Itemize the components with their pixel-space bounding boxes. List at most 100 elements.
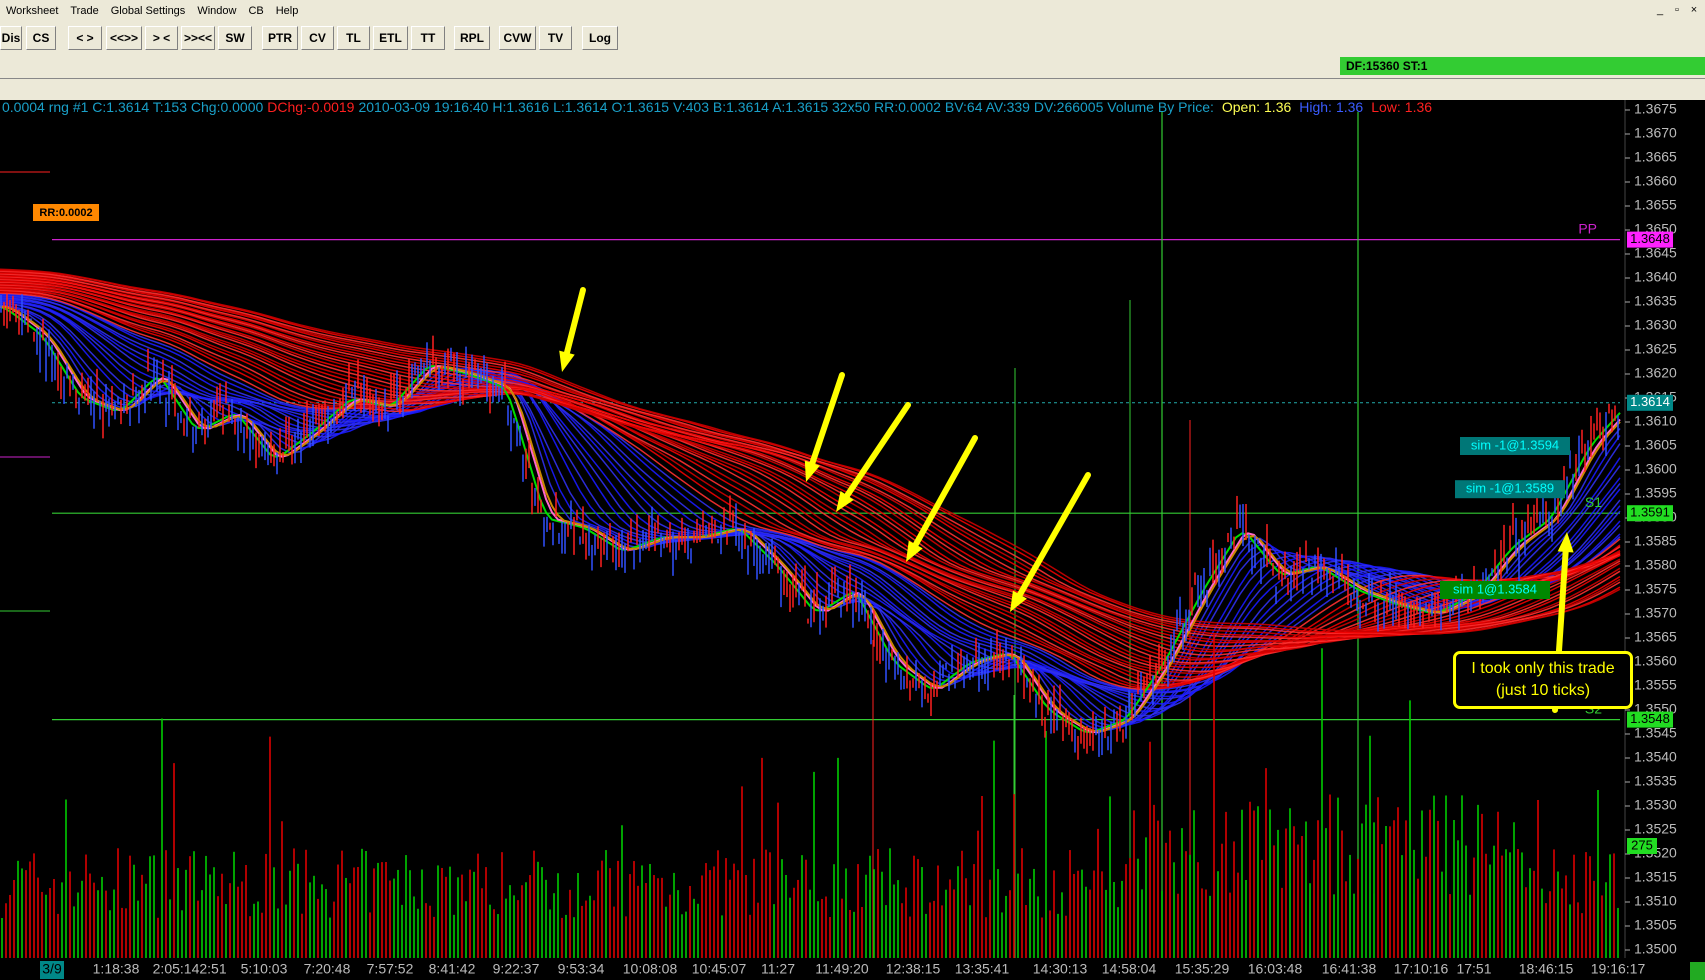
y-tick-label: 1.3640: [1634, 269, 1677, 285]
tv-button[interactable]: TV: [539, 26, 572, 50]
x-tick-label: 18:46:15: [1519, 961, 1574, 977]
tt-button[interactable]: TT: [411, 26, 445, 50]
annotation-line-2: (just 10 ticks): [1495, 682, 1591, 699]
level-price-s2: 1.3548: [1630, 711, 1670, 726]
y-tick-label: 1.3620: [1634, 365, 1677, 381]
ptr-button[interactable]: PTR: [262, 26, 298, 50]
trade-label-2: sim -1@1.3589: [1466, 481, 1554, 496]
trade-label-3: sim 1@1.3584: [1453, 581, 1537, 596]
status-row: DF:15360 ST:1: [0, 55, 1705, 79]
x-tick-label: 16:03:48: [1248, 961, 1303, 977]
y-tick-label: 1.3635: [1634, 293, 1677, 309]
volume-last-text: 275: [1631, 837, 1653, 852]
rr-tag-text: RR:0.0002: [39, 207, 92, 219]
y-tick-label: 1.3665: [1634, 149, 1677, 165]
y-tick-label: 1.3515: [1634, 869, 1677, 885]
y-tick-label: 1.3510: [1634, 893, 1677, 909]
menu-trade[interactable]: Trade: [64, 0, 104, 22]
y-tick-label: 1.3565: [1634, 629, 1677, 645]
low-value: 1.36: [1405, 100, 1432, 115]
y-tick-label: 1.3675: [1634, 101, 1677, 117]
x-tick-label: 9:22:37: [493, 961, 540, 977]
x-tick-label: 2:05:14: [153, 961, 200, 977]
y-tick-label: 1.3525: [1634, 821, 1677, 837]
x-tick-label: 9:53:34: [558, 961, 605, 977]
price-chart[interactable]: 0.0004 rng #1 C:1.3614 T:153 Chg:0.0000 D…: [0, 100, 1705, 980]
x-tick-label: 3/9: [42, 961, 62, 977]
y-tick-label: 1.3575: [1634, 581, 1677, 597]
open-label: Open:: [1222, 100, 1260, 115]
restore-icon[interactable]: ▫: [1669, 3, 1685, 18]
y-tick-label: 1.3670: [1634, 125, 1677, 141]
x-tick-label: 15:35:29: [1175, 961, 1230, 977]
x-tick-label: 17:51: [1456, 961, 1491, 977]
x-tick-label: 5:10:03: [241, 961, 288, 977]
menu-bar: Worksheet Trade Global Settings Window CB Hel…: [0, 0, 1705, 23]
cv-button[interactable]: CV: [301, 26, 334, 50]
y-tick-label: 1.3540: [1634, 749, 1677, 765]
rpl-button[interactable]: RPL: [454, 26, 490, 50]
info-rest: 2010-03-09 19:16:40 H:1.3616 L:1.3614 O:…: [358, 100, 1213, 115]
df-status: DF:15360 ST:1: [1340, 57, 1705, 75]
x-tick-label: 10:08:08: [623, 961, 678, 977]
menu-help[interactable]: Help: [270, 0, 305, 22]
menu-worksheet[interactable]: Worksheet: [0, 0, 64, 22]
menu-cb[interactable]: CB: [242, 0, 269, 22]
x-tick-label: 17:10:16: [1394, 961, 1449, 977]
compress-button[interactable]: > <: [145, 26, 178, 50]
y-tick-label: 1.3580: [1634, 557, 1677, 573]
close-icon[interactable]: ×: [1686, 3, 1702, 18]
y-tick-label: 1.3625: [1634, 341, 1677, 357]
y-tick-label: 1.3600: [1634, 461, 1677, 477]
log-button[interactable]: Log: [582, 26, 618, 50]
trade-annotation: I took only this trade (just 10 ticks): [1453, 651, 1633, 709]
y-tick-label: 1.3595: [1634, 485, 1677, 501]
x-tick-label: 12:38:15: [886, 961, 941, 977]
level-name-s1: S1: [1585, 494, 1602, 510]
menu-global-settings[interactable]: Global Settings: [105, 0, 192, 22]
sw-button[interactable]: SW: [218, 26, 252, 50]
high-label: High:: [1299, 100, 1332, 115]
etl-button[interactable]: ETL: [373, 26, 408, 50]
level-price-pp: 1.3648: [1630, 231, 1670, 246]
dis-button[interactable]: Dis: [0, 26, 22, 50]
y-tick-label: 1.3560: [1634, 653, 1677, 669]
y-tick-label: 1.3505: [1634, 917, 1677, 933]
menu-window[interactable]: Window: [191, 0, 242, 22]
y-tick-label: 1.3610: [1634, 413, 1677, 429]
trade-label-1: sim -1@1.3594: [1471, 437, 1559, 452]
x-tick-label: 16:41:38: [1322, 961, 1377, 977]
tl-button[interactable]: TL: [337, 26, 370, 50]
minimize-icon[interactable]: _: [1652, 3, 1668, 18]
x-tick-label: 13:35:41: [955, 961, 1010, 977]
y-tick-label: 1.3605: [1634, 437, 1677, 453]
x-tick-label: 8:41:42: [429, 961, 476, 977]
y-tick-label: 1.3660: [1634, 173, 1677, 189]
info-main: 0.0004 rng #1 C:1.3614 T:153 Chg:0.0000: [2, 100, 263, 115]
x-tick-label: 14:58:04: [1102, 961, 1157, 977]
low-label: Low:: [1371, 100, 1401, 115]
y-tick-label: 1.3535: [1634, 773, 1677, 789]
y-tick-label: 1.3530: [1634, 797, 1677, 813]
expand-more-button[interactable]: <<>>: [106, 26, 142, 50]
level-name-pp: PP: [1578, 220, 1597, 236]
y-tick-label: 1.3655: [1634, 197, 1677, 213]
compress-more-button[interactable]: >><<: [181, 26, 215, 50]
toolbar: Dis CS < > <<>> > < >><< SW PTR CV TL ET…: [0, 22, 1705, 56]
panel-divider: [0, 79, 1705, 100]
x-tick-label: 19:16:17: [1591, 961, 1646, 977]
y-tick-label: 1.3585: [1634, 533, 1677, 549]
expand-button[interactable]: < >: [68, 26, 102, 50]
info-dchg: DChg:-0.0019: [267, 100, 354, 115]
cs-button[interactable]: CS: [26, 26, 56, 50]
high-value: 1.36: [1336, 100, 1363, 115]
y-tick-label: 1.3630: [1634, 317, 1677, 333]
x-tick-label: 7:20:48: [304, 961, 351, 977]
x-tick-label: 2:51: [199, 961, 226, 977]
x-tick-label: 11:27: [761, 961, 795, 977]
y-tick-label: 1.3500: [1634, 941, 1677, 957]
x-tick-label: 11:49:20: [815, 961, 869, 977]
x-tick-label: 14:30:13: [1033, 961, 1088, 977]
cvw-button[interactable]: CVW: [499, 26, 536, 50]
level-price-s1: 1.3591: [1630, 505, 1670, 520]
